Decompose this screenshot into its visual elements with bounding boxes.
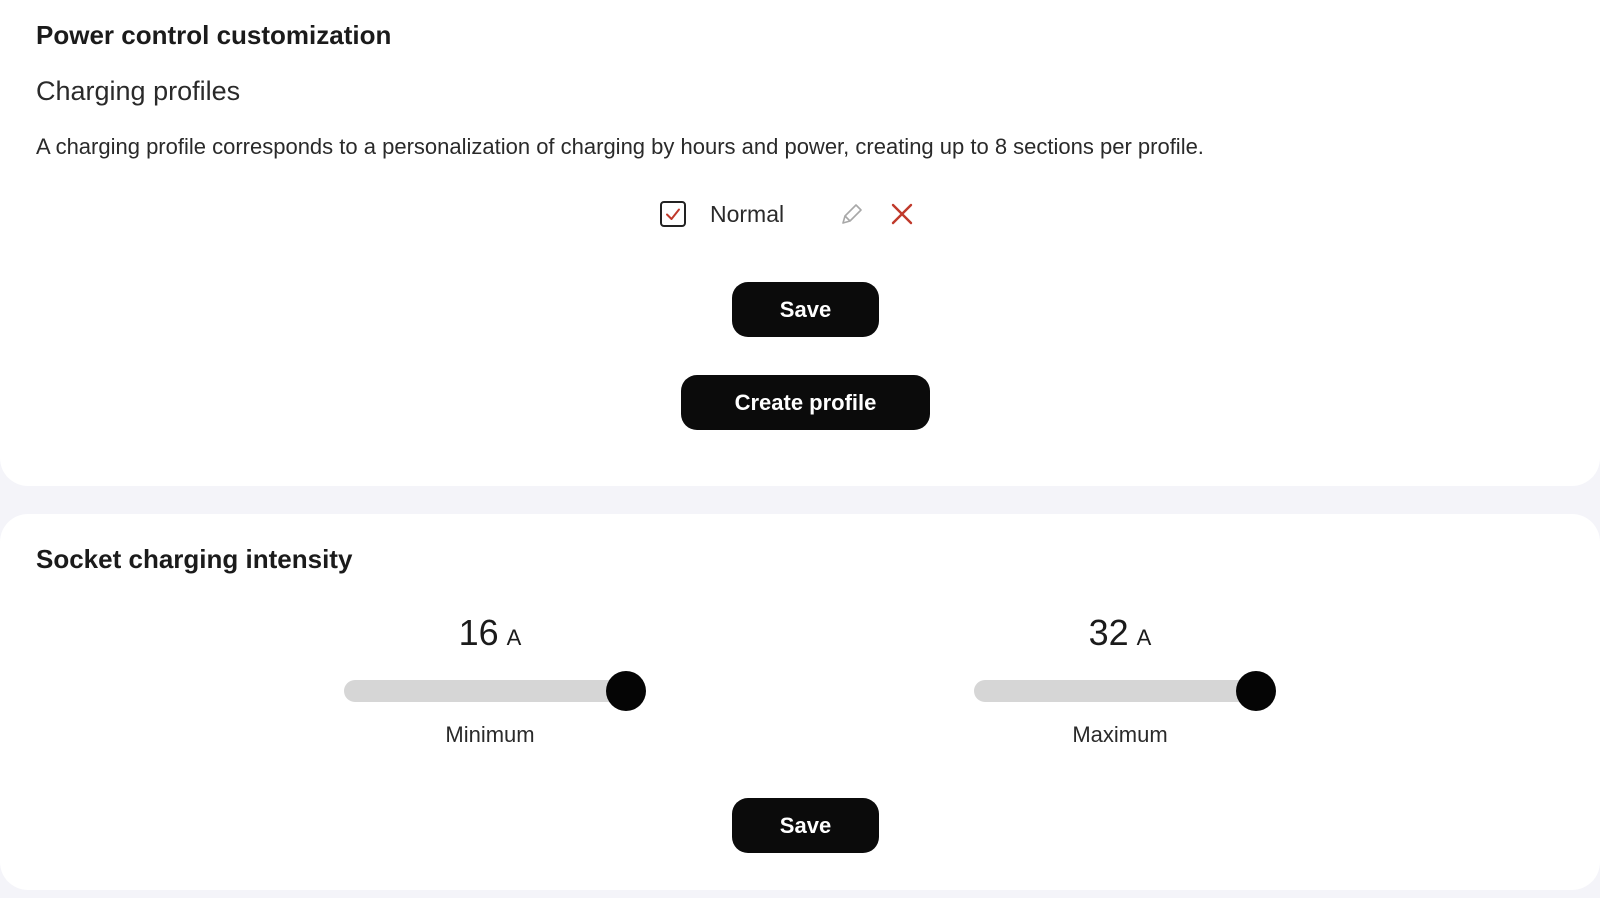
maximum-label: Maximum [1072, 722, 1168, 747]
create-profile-button[interactable]: Create profile [681, 375, 930, 430]
profile-checkbox[interactable] [660, 201, 686, 227]
charging-profiles-description: A charging profile corresponds to a pers… [36, 134, 1204, 159]
socket-intensity-title: Socket charging intensity [36, 544, 353, 574]
charging-profiles-subtitle: Charging profiles [36, 76, 241, 106]
power-control-card: Power control customization Charging pro… [0, 0, 1600, 486]
minimum-slider-thumb[interactable] [606, 671, 646, 711]
maximum-value-display: 32 A [960, 612, 1280, 654]
minimum-value-display: 16 A [330, 612, 650, 654]
save-intensity-button[interactable]: Save [732, 798, 879, 853]
maximum-slider-track[interactable] [974, 671, 1276, 711]
minimum-value: 16 [458, 612, 499, 653]
maximum-unit: A [1136, 625, 1152, 650]
minimum-label: Minimum [445, 722, 535, 747]
power-control-title: Power control customization [36, 20, 392, 50]
minimum-slider-track[interactable] [344, 671, 646, 711]
save-profiles-button[interactable]: Save [732, 282, 879, 337]
check-icon [666, 208, 680, 220]
close-icon [891, 203, 913, 225]
edit-profile-button[interactable] [836, 198, 868, 230]
delete-profile-button[interactable] [886, 198, 918, 230]
profile-row: Normal [660, 198, 918, 230]
minimum-unit: A [506, 625, 522, 650]
profile-name: Normal [710, 200, 785, 227]
pencil-icon [842, 204, 862, 224]
maximum-value: 32 [1088, 612, 1129, 653]
maximum-slider-thumb[interactable] [1236, 671, 1276, 711]
